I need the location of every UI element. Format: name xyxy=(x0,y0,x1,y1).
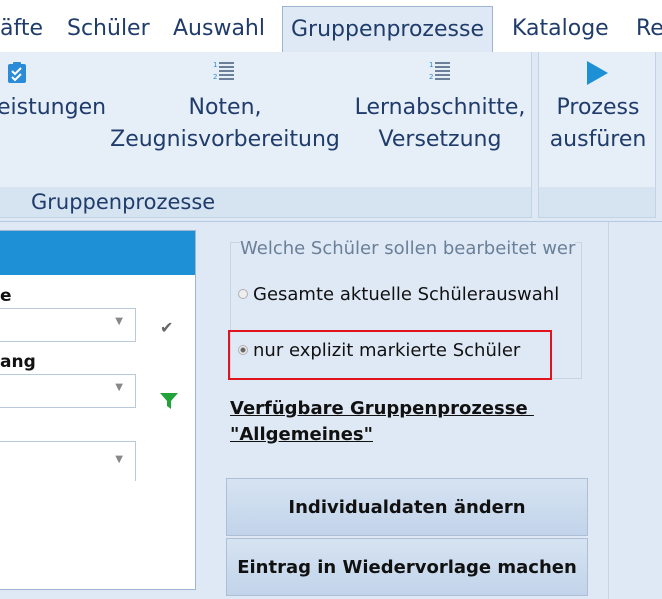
numbered-list-icon: 1 2 xyxy=(429,60,451,88)
radio-all-students-label: Gesamte aktuelle Schülerauswahl xyxy=(253,284,560,305)
ribbon-group-gruppenprozesse: eistungen 1 2 Noten, Zeugnisvorbereitung xyxy=(0,52,532,218)
filter-combo-2[interactable]: ▼ xyxy=(0,374,136,408)
filter-panel: e ▼ ✔ ang ▼ ▼ xyxy=(0,230,196,590)
filter-icon[interactable] xyxy=(159,391,179,415)
radio-unchecked-icon xyxy=(238,289,248,299)
filter-combo-3[interactable]: ▼ xyxy=(0,441,136,481)
ribbon-group-caption: Gruppenprozesse xyxy=(0,187,531,217)
ribbon-group-prozess: Prozess ausfüren xyxy=(538,52,656,218)
lernabschnitte-label-line1: Lernabschnitte, xyxy=(354,95,526,120)
radio-marked-students-label: nur explizit markierte Schüler xyxy=(253,340,521,361)
check-icon[interactable]: ✔ xyxy=(160,318,173,337)
ribbon: eistungen 1 2 Noten, Zeugnisvorbereitung xyxy=(0,52,662,222)
svg-text:2: 2 xyxy=(213,73,217,81)
checklist-icon xyxy=(7,62,27,88)
tab-more[interactable]: Re xyxy=(636,6,662,52)
available-processes-title-line2: "Allgemeines" xyxy=(230,424,373,445)
radio-checked-icon xyxy=(238,345,248,355)
tab-geschaefte[interactable]: äfte xyxy=(0,6,43,52)
ribbon-group-caption-empty xyxy=(539,187,655,217)
noten-label-line1: Noten, xyxy=(188,95,262,120)
chevron-down-icon: ▼ xyxy=(115,316,123,327)
filter-label-1: e xyxy=(0,286,12,306)
student-selection-legend: Welche Schüler sollen bearbeitet wer xyxy=(240,238,576,259)
panel-splitter[interactable] xyxy=(204,230,220,599)
play-icon xyxy=(585,60,609,90)
filter-label-2: ang xyxy=(0,352,36,372)
available-processes-title: Verfügbare Gruppenprozesse "Allgemeines" xyxy=(230,396,534,448)
prozess-label-line1: Prozess xyxy=(556,95,640,120)
available-processes-title-line1: Verfügbare Gruppenprozesse xyxy=(230,398,534,419)
tab-gruppenprozesse[interactable]: Gruppenprozesse xyxy=(282,6,493,52)
svg-text:1: 1 xyxy=(429,61,433,69)
leistungen-label: eistungen xyxy=(0,95,107,120)
numbered-list-icon: 1 2 xyxy=(213,60,235,88)
filter-combo-1[interactable]: ▼ xyxy=(0,308,136,342)
tab-kataloge[interactable]: Kataloge xyxy=(512,6,609,52)
process-panel: Welche Schüler sollen bearbeitet wer Ges… xyxy=(220,222,662,599)
panel-divider xyxy=(608,222,609,599)
radio-all-students[interactable]: Gesamte aktuelle Schülerauswahl xyxy=(238,284,559,305)
menu-bar: äfte Schüler Auswahl Gruppenprozesse Kat… xyxy=(0,0,662,52)
svg-text:1: 1 xyxy=(213,61,217,69)
chevron-down-icon: ▼ xyxy=(115,454,123,465)
svg-text:2: 2 xyxy=(429,73,433,81)
filter-panel-header xyxy=(0,231,195,275)
lernabschnitte-label-line2: Versetzung xyxy=(378,127,502,152)
chevron-down-icon: ▼ xyxy=(115,382,123,393)
wiedervorlage-eintrag-button[interactable]: Eintrag in Wiedervorlage machen xyxy=(226,538,588,596)
prozess-label-line2: ausfüren xyxy=(549,127,647,152)
noten-label-line2: Zeugnisvorbereitung xyxy=(110,127,340,152)
tab-auswahl[interactable]: Auswahl xyxy=(173,6,265,52)
radio-marked-students[interactable]: nur explizit markierte Schüler xyxy=(238,340,520,361)
individualdaten-aendern-button[interactable]: Individualdaten ändern xyxy=(226,478,588,536)
tab-schueler[interactable]: Schüler xyxy=(67,6,150,52)
